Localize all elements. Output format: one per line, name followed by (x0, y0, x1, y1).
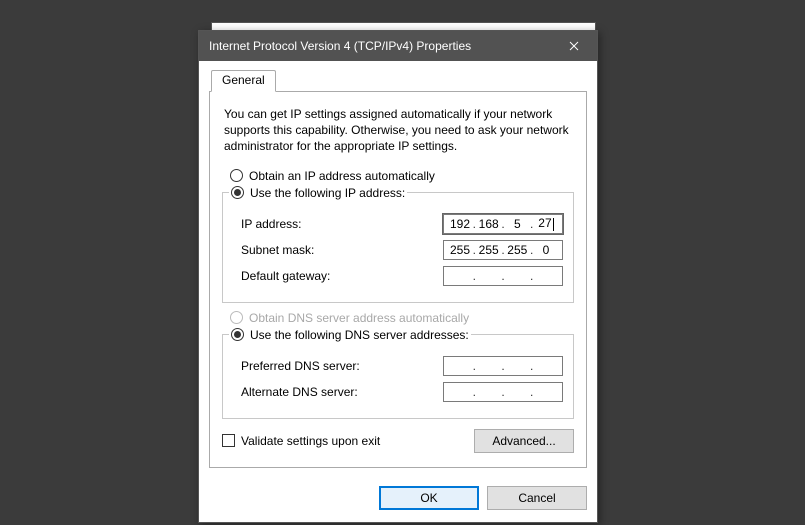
checkbox-icon (222, 434, 235, 447)
radio-icon (230, 169, 243, 182)
subnet-mask-input[interactable]: 255. 255. 255. 0 (443, 240, 563, 260)
radio-ip-manual-label: Use the following IP address: (250, 186, 405, 200)
validate-label: Validate settings upon exit (241, 434, 380, 448)
tab-pane-general: You can get IP settings assigned automat… (209, 91, 587, 468)
alternate-dns-label: Alternate DNS server: (241, 385, 358, 399)
close-button[interactable] (559, 31, 589, 61)
tab-general[interactable]: General (211, 70, 276, 92)
radio-ip-auto-label: Obtain an IP address automatically (249, 169, 435, 183)
cancel-button[interactable]: Cancel (487, 486, 587, 510)
radio-ip-auto[interactable]: Obtain an IP address automatically (230, 169, 574, 183)
dialog-footer: OK Cancel (199, 478, 597, 522)
close-icon (569, 41, 579, 51)
intro-text: You can get IP settings assigned automat… (224, 106, 572, 155)
radio-icon (230, 311, 243, 324)
tabstrip: General (209, 69, 587, 91)
ok-button[interactable]: OK (379, 486, 479, 510)
validate-checkbox[interactable]: Validate settings upon exit (222, 434, 380, 448)
preferred-dns-label: Preferred DNS server: (241, 359, 360, 373)
advanced-button[interactable]: Advanced... (474, 429, 574, 453)
dns-group: Use the following DNS server addresses: … (222, 328, 574, 419)
radio-icon (231, 328, 244, 341)
radio-ip-manual[interactable]: Use the following IP address: (229, 186, 407, 200)
ipv4-properties-dialog: Internet Protocol Version 4 (TCP/IPv4) P… (198, 30, 598, 523)
cancel-button-label: Cancel (518, 491, 555, 505)
preferred-dns-input[interactable]: . . . (443, 356, 563, 376)
alternate-dns-input[interactable]: . . . (443, 382, 563, 402)
radio-dns-manual[interactable]: Use the following DNS server addresses: (229, 328, 471, 342)
default-gateway-label: Default gateway: (241, 269, 330, 283)
radio-dns-auto: Obtain DNS server address automatically (230, 311, 574, 325)
ip-address-input[interactable]: 192. 168. 5. 27 (443, 214, 563, 234)
ip-address-label: IP address: (241, 217, 301, 231)
tab-general-label: General (222, 73, 265, 87)
titlebar: Internet Protocol Version 4 (TCP/IPv4) P… (199, 31, 597, 61)
ok-button-label: OK (420, 491, 437, 505)
default-gateway-input[interactable]: . . . (443, 266, 563, 286)
radio-dns-auto-label: Obtain DNS server address automatically (249, 311, 469, 325)
ip-group: Use the following IP address: IP address… (222, 186, 574, 303)
subnet-mask-label: Subnet mask: (241, 243, 314, 257)
window-title: Internet Protocol Version 4 (TCP/IPv4) P… (209, 39, 471, 53)
radio-dns-manual-label: Use the following DNS server addresses: (250, 328, 469, 342)
radio-icon (231, 186, 244, 199)
advanced-button-label: Advanced... (492, 434, 555, 448)
text-caret (553, 218, 554, 231)
